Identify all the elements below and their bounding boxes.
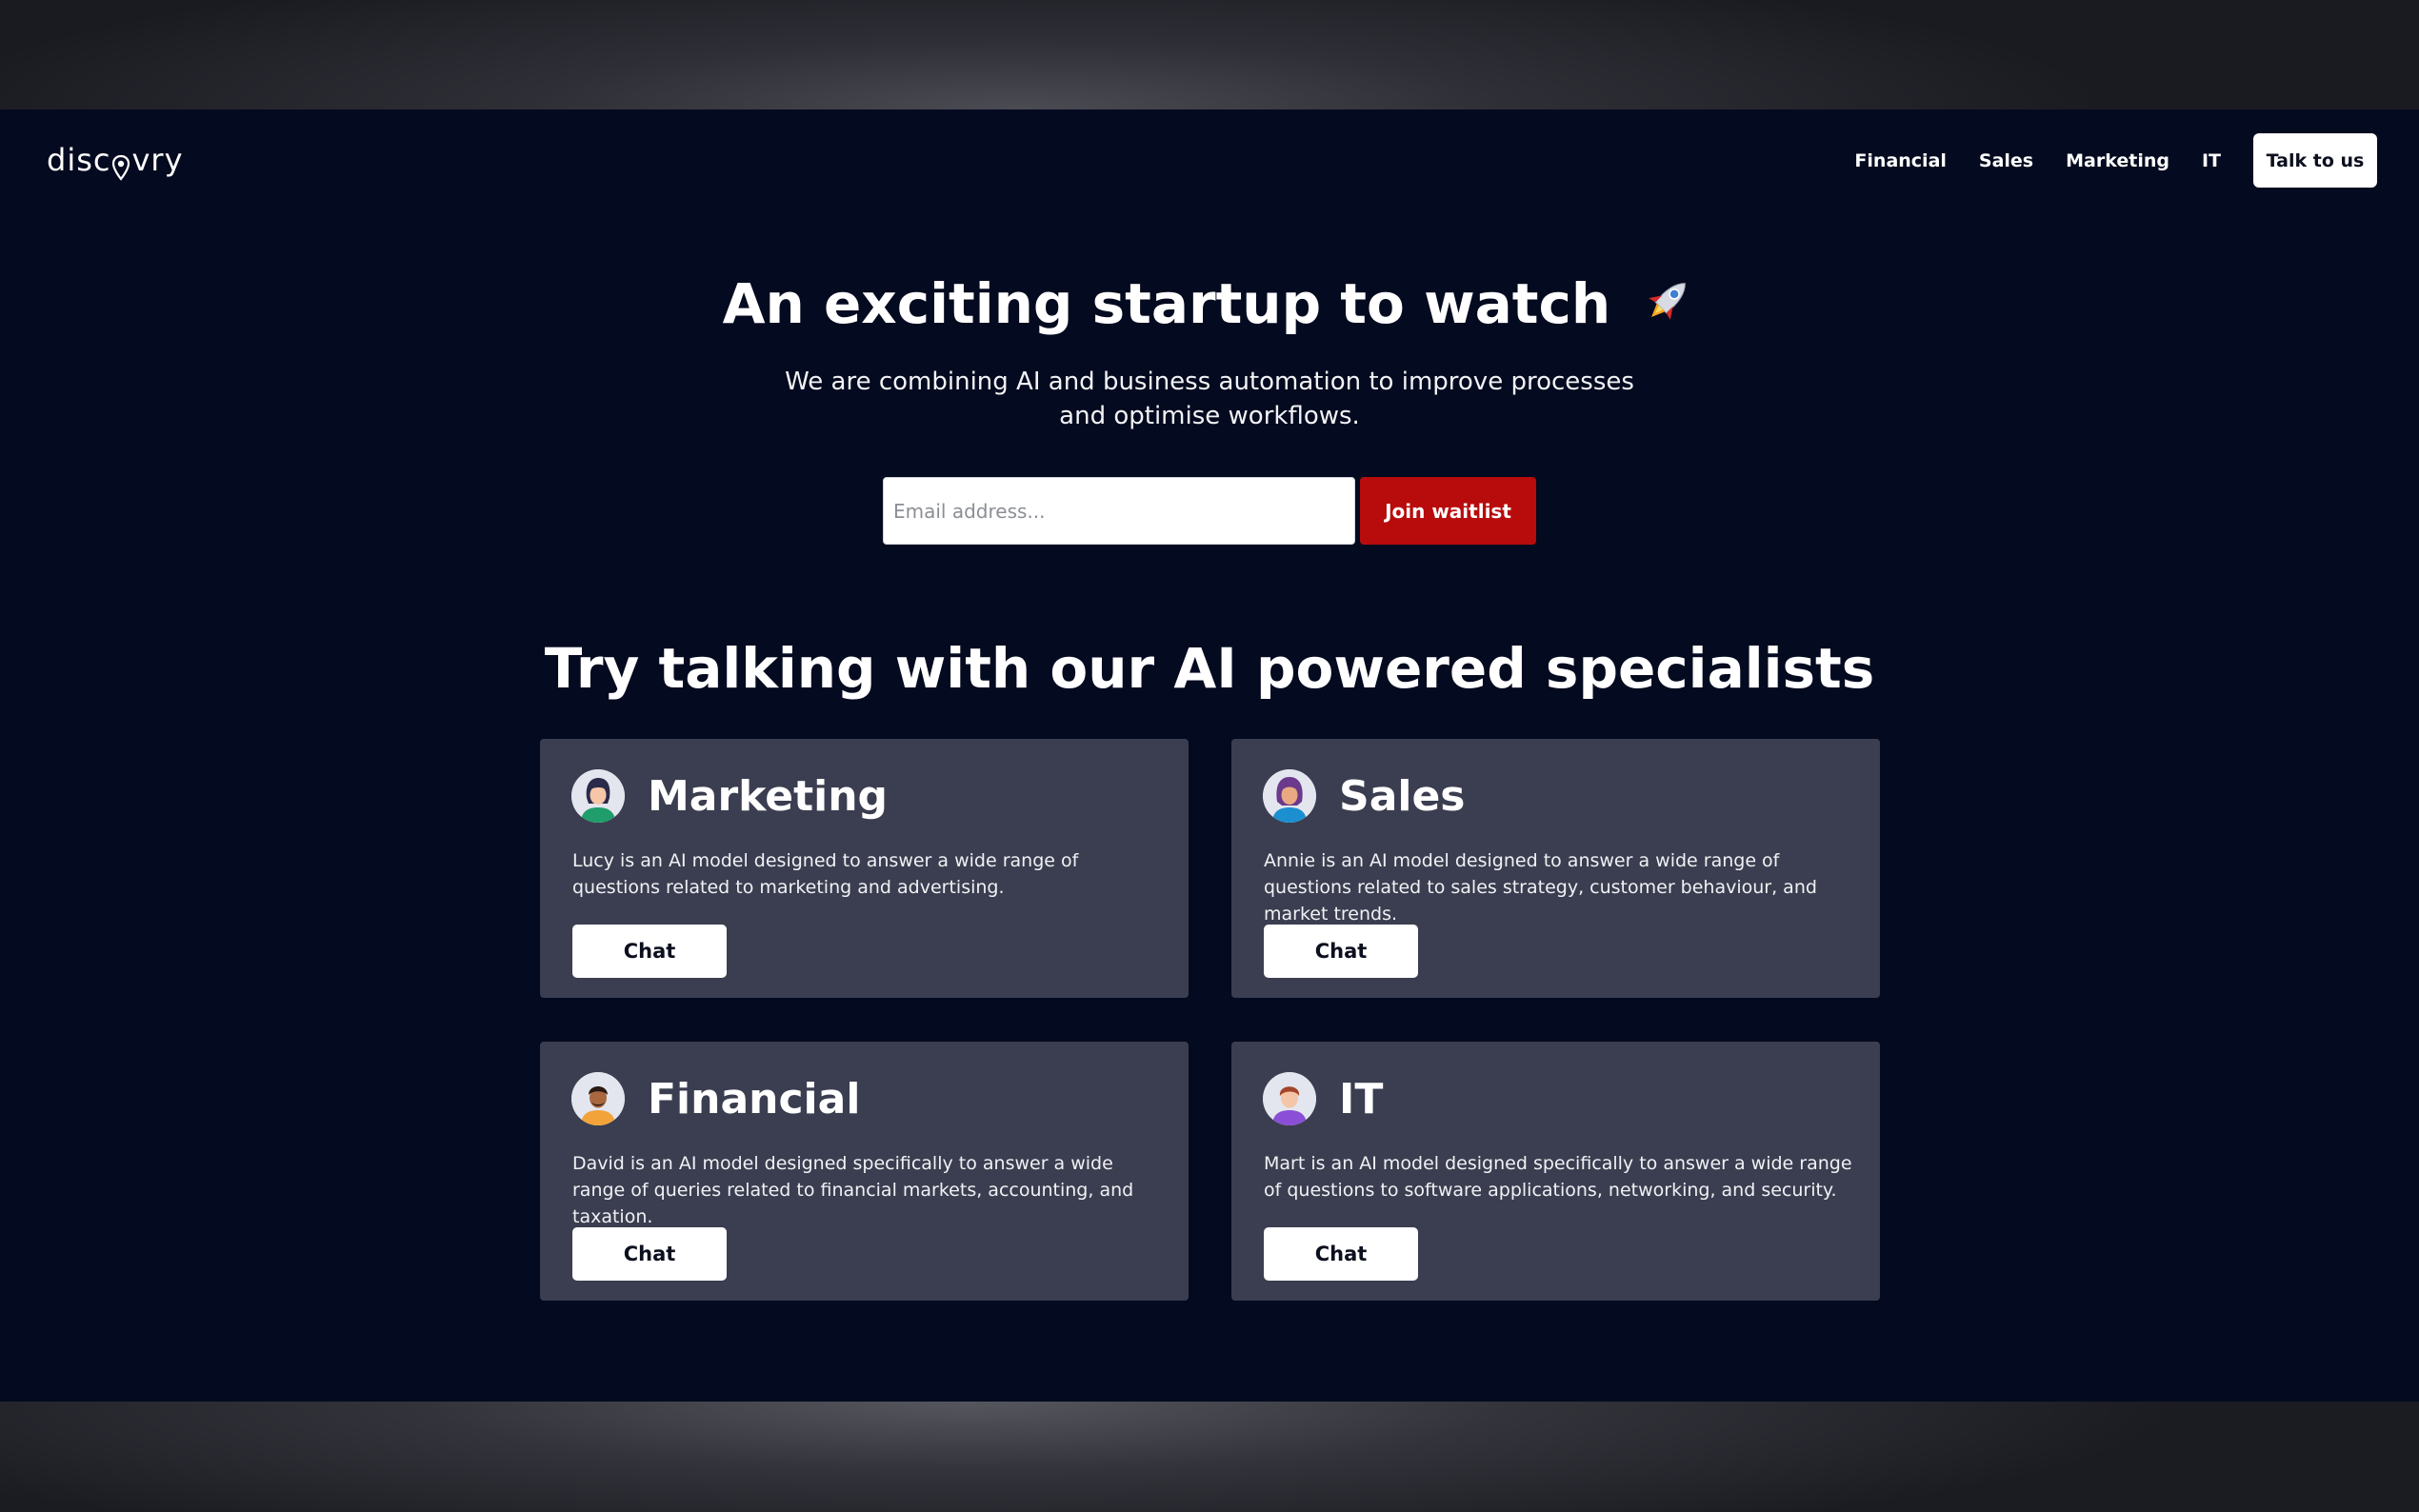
man-avatar-icon: [1263, 1072, 1316, 1125]
bottom-blurred-backdrop: [0, 1402, 2419, 1512]
card-description: Mart is an AI model designed specificall…: [1264, 1153, 1852, 1201]
chat-button-sales[interactable]: Chat: [1264, 925, 1418, 978]
location-pin-icon: [111, 152, 130, 181]
specialists-title: Try talking with our AI powered speciali…: [544, 636, 1875, 701]
hero-subtitle: We are combining AI and business automat…: [785, 368, 1634, 430]
join-waitlist-button[interactable]: Join waitlist: [1360, 477, 1536, 545]
specialist-card-marketing: Marketing Lucy is an AI model designed t…: [540, 739, 1189, 998]
card-title: Sales: [1339, 772, 1466, 821]
landing-page: disc vry Financial Sales Marketing IT Ta…: [0, 109, 2419, 1402]
discovry-logo[interactable]: disc vry: [47, 142, 184, 181]
card-title: Marketing: [648, 772, 889, 821]
card-title: Financial: [648, 1075, 861, 1124]
logo-text-left: disc: [47, 142, 111, 178]
rocket-icon: [1639, 272, 1696, 343]
nav-link-marketing[interactable]: Marketing: [2066, 150, 2169, 171]
chat-button-it[interactable]: Chat: [1264, 1227, 1418, 1281]
card-description: David is an AI model designed specifical…: [572, 1153, 1134, 1227]
nav-link-it[interactable]: IT: [2202, 150, 2221, 171]
card-title: IT: [1339, 1075, 1384, 1124]
woman-avatar-icon: [571, 769, 625, 823]
specialist-card-financial: Financial David is an AI model designed …: [540, 1042, 1189, 1301]
talk-to-us-button[interactable]: Talk to us: [2253, 133, 2377, 188]
man-avatar-icon: [571, 1072, 625, 1125]
browser-viewport: disc vry Financial Sales Marketing IT Ta…: [0, 0, 2419, 1512]
card-description: Annie is an AI model designed to answer …: [1264, 850, 1817, 925]
nav-link-sales[interactable]: Sales: [1979, 150, 2033, 171]
specialist-card-it: IT Mart is an AI model designed specific…: [1231, 1042, 1880, 1301]
woman-avatar-icon: [1263, 769, 1316, 823]
email-input[interactable]: [883, 477, 1355, 545]
logo-text-right: vry: [131, 142, 184, 178]
hero-title-text: An exciting startup to watch: [722, 271, 1611, 336]
card-description: Lucy is an AI model designed to answer a…: [572, 850, 1079, 898]
specialist-card-sales: Sales Annie is an AI model designed to a…: [1231, 739, 1880, 998]
top-navigation: Financial Sales Marketing IT Talk to us: [1822, 133, 2377, 188]
chat-button-marketing[interactable]: Chat: [572, 925, 727, 978]
hero-title: An exciting startup to watch: [0, 271, 2419, 343]
nav-link-financial[interactable]: Financial: [1854, 150, 1946, 171]
chat-button-financial[interactable]: Chat: [572, 1227, 727, 1281]
top-blurred-backdrop: [0, 0, 2419, 109]
